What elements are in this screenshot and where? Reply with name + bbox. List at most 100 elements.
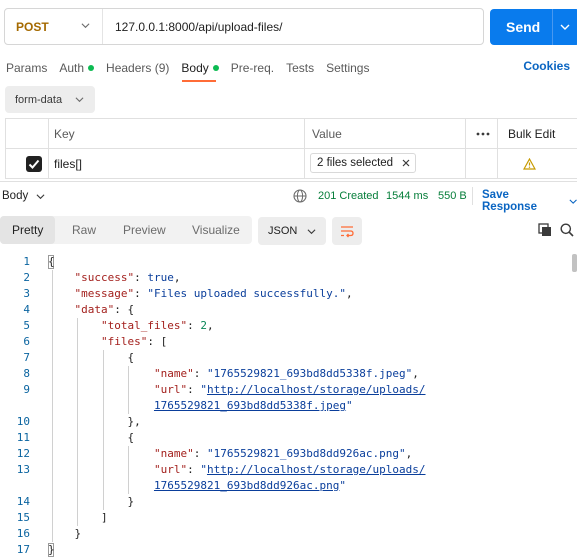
json-key: "url" — [153, 463, 188, 476]
json-key: "data" — [74, 303, 115, 316]
code-line: 1765529821_693bd8dd5338f.jpeg" — [153, 399, 353, 412]
chevron-down-icon — [75, 97, 84, 103]
json-key: "name" — [153, 447, 194, 460]
url-link[interactable]: 1765529821_693bd8dd5338f.jpeg — [154, 399, 346, 412]
line-number: 7 — [23, 351, 30, 364]
json-key: "message" — [74, 287, 135, 300]
row-enabled-checkbox[interactable] — [26, 156, 42, 172]
chevron-down-icon — [36, 193, 45, 199]
tab-auth[interactable]: Auth — [59, 61, 95, 75]
wrap-icon — [341, 226, 354, 238]
tab-tests[interactable]: Tests — [286, 61, 314, 75]
tab-preview[interactable]: Preview — [123, 216, 166, 244]
tab-body[interactable]: Body — [181, 61, 219, 75]
active-tab-underline — [182, 80, 216, 82]
tab-headers-label: Headers (9) — [106, 61, 170, 75]
json-key: "files" — [100, 335, 148, 348]
row-key[interactable]: files[] — [54, 149, 82, 179]
code-line: "message": "Files uploaded successfully.… — [74, 287, 353, 300]
response-time[interactable]: 1544 ms — [386, 190, 428, 202]
method-label: POST — [16, 19, 49, 34]
more-options-icon[interactable] — [475, 131, 491, 137]
line-number: 17 — [16, 543, 30, 556]
line-number: 14 — [16, 495, 30, 508]
tab-visualize[interactable]: Visualize — [192, 216, 240, 244]
tab-pretty[interactable]: Pretty — [0, 216, 56, 244]
json-key: "name" — [153, 367, 194, 380]
line-number: 2 — [23, 271, 30, 284]
json-value: 2 — [200, 319, 207, 332]
wrap-lines-button[interactable] — [332, 217, 362, 245]
url-link[interactable]: 1765529821_693bd8dd926ac.png — [154, 479, 339, 492]
chevron-down-icon — [307, 229, 316, 235]
line-number: 3 — [23, 287, 30, 300]
globe-icon[interactable] — [293, 189, 307, 203]
url-link[interactable]: http://localhost/storage/uploads/ — [207, 463, 426, 476]
tab-pre-request[interactable]: Pre-req. — [231, 61, 274, 75]
line-number: 16 — [16, 527, 30, 540]
table-row: files[] 2 files selected — [5, 149, 577, 179]
method-select[interactable]: POST — [5, 9, 103, 44]
table-header-row: Key Value Bulk Edit — [5, 119, 577, 149]
chevron-down-icon[interactable] — [560, 22, 570, 32]
send-divider — [552, 9, 553, 45]
url-input[interactable]: 127.0.0.1:8000/api/upload-files/ — [103, 20, 282, 34]
json-value: "1765529821_693bd8dd926ac.png" — [206, 447, 406, 460]
code-line: } — [48, 527, 82, 540]
file-selection-chip[interactable]: 2 files selected — [310, 153, 416, 173]
json-key: "total_files" — [100, 319, 188, 332]
code-line: { — [48, 255, 55, 268]
code-line: } — [48, 495, 135, 508]
code-line: "success": true, — [74, 271, 181, 284]
code-line: "url": "http://localhost/storage/uploads… — [153, 383, 426, 396]
line-number: 11 — [16, 431, 30, 444]
code-line: { — [48, 431, 135, 444]
search-icon[interactable] — [560, 223, 574, 237]
request-tabs: Params Auth Headers (9) Body Pre-req. Te… — [6, 59, 381, 77]
code-line: "url": "http://localhost/storage/uploads… — [153, 463, 426, 476]
code-line: 1765529821_693bd8dd926ac.png" — [153, 479, 347, 492]
status-code[interactable]: 201 Created — [318, 190, 379, 202]
chevron-down-icon — [81, 23, 90, 29]
line-number: 6 — [23, 335, 30, 348]
tab-pre-request-label: Pre-req. — [230, 61, 275, 75]
line-number: 12 — [16, 447, 30, 460]
body-type-select[interactable]: form-data — [5, 86, 95, 113]
request-url-bar: POST 127.0.0.1:8000/api/upload-files/ — [4, 8, 484, 45]
url-link[interactable]: http://localhost/storage/uploads/ — [207, 383, 426, 396]
tab-tests-label: Tests — [286, 61, 315, 75]
json-value: "Files uploaded successfully." — [147, 287, 347, 300]
warning-icon — [523, 158, 536, 170]
column-header-key: Key — [54, 127, 75, 141]
code-line: }, — [48, 415, 141, 428]
code-line: "total_files": 2, — [100, 319, 214, 332]
code-line: } — [48, 543, 55, 556]
vertical-scrollbar[interactable] — [572, 254, 577, 272]
send-button[interactable]: Send — [490, 9, 577, 45]
close-icon[interactable] — [402, 159, 410, 167]
code-line: "files": [ — [100, 335, 168, 348]
form-data-table: Key Value Bulk Edit files[] 2 files sele… — [5, 118, 577, 180]
format-label: JSON — [268, 225, 298, 237]
tab-auth-label: Auth — [59, 61, 85, 75]
format-select[interactable]: JSON — [258, 217, 326, 245]
check-icon — [28, 159, 40, 169]
line-number: 1 — [23, 255, 30, 268]
response-status-bar: Body 201 Created 1544 ms 550 B Save Resp… — [0, 181, 577, 213]
tab-params[interactable]: Params — [6, 61, 47, 75]
tab-settings[interactable]: Settings — [326, 61, 369, 75]
tab-headers[interactable]: Headers (9) — [106, 61, 169, 75]
response-body-viewer[interactable]: 1 2 3 4 5 6 7 8 9 10 11 12 13 14 15 16 1… — [0, 254, 577, 559]
save-response-button[interactable]: Save Response — [482, 189, 577, 213]
chevron-down-icon — [569, 198, 577, 204]
body-indicator-dot — [212, 65, 219, 71]
body-type-label: form-data — [15, 93, 63, 106]
response-body-select[interactable]: Body — [2, 190, 45, 202]
tab-raw[interactable]: Raw — [72, 216, 96, 244]
response-size[interactable]: 550 B — [438, 190, 467, 202]
bulk-edit-button[interactable]: Bulk Edit — [508, 119, 555, 149]
line-number: 10 — [16, 415, 30, 428]
copy-icon[interactable] — [538, 223, 552, 237]
tab-body-label: Body — [181, 61, 209, 75]
cookies-link[interactable]: Cookies — [523, 59, 570, 73]
